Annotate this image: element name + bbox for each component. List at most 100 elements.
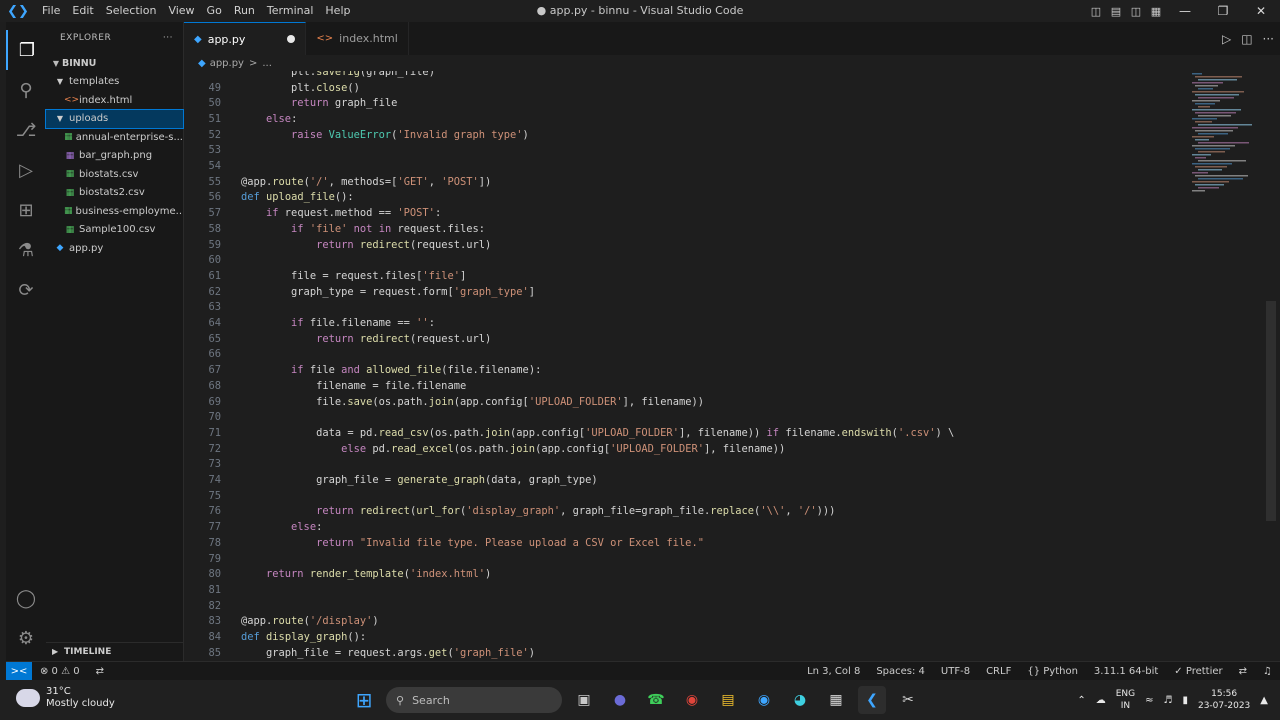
tree-file[interactable]: ▦ business-employme... <box>46 202 183 221</box>
tree-file[interactable]: ▦ Sample100.csv <box>46 221 183 240</box>
tree-file[interactable]: ▦ biostats2.csv <box>46 184 183 203</box>
battery-icon[interactable]: ▮ <box>1182 695 1188 706</box>
tree-folder[interactable]: ▼ templates <box>46 73 183 92</box>
weather-widget[interactable]: 31°C Mostly cloudy <box>16 686 115 710</box>
minimap-line <box>1198 88 1213 90</box>
encoding[interactable]: UTF-8 <box>933 666 978 677</box>
input-language[interactable]: ENG IN <box>1116 688 1135 712</box>
microsoft-store-icon[interactable]: ▦ <box>822 686 850 714</box>
task-view-icon[interactable]: ▣ <box>570 686 598 714</box>
code-line: 65 return redirect(request.url) <box>184 331 1184 347</box>
menu-run[interactable]: Run <box>228 0 261 22</box>
language-mode[interactable]: {} Python <box>1019 666 1086 677</box>
customize-layout-icon[interactable]: ▦ <box>1146 5 1166 18</box>
source-control-icon[interactable]: ⎇ <box>6 110 46 150</box>
accounts-sync-icon[interactable]: ⇄ <box>1231 666 1255 677</box>
menu-file[interactable]: File <box>36 0 66 22</box>
edge-icon[interactable]: ◕ <box>786 686 814 714</box>
toggle-panel-icon[interactable]: ▤ <box>1106 5 1126 18</box>
run-python-file-icon[interactable]: ▷ <box>1222 32 1231 46</box>
breadcrumb-more[interactable]: ... <box>262 58 272 69</box>
tree-file[interactable]: <> index.html <box>46 91 183 110</box>
cursor-position[interactable]: Ln 3, Col 8 <box>799 666 868 677</box>
snipping-tool-icon[interactable]: ✂ <box>894 686 922 714</box>
tab-app-py[interactable]: ◆ app.py <box>184 22 307 55</box>
chrome-icon[interactable]: ◉ <box>678 686 706 714</box>
line-number: 54 <box>208 160 221 173</box>
maximize-button[interactable]: ❐ <box>1204 4 1242 18</box>
image-file-icon: ▦ <box>65 150 75 161</box>
line-number: 64 <box>208 317 221 330</box>
editor-scrollbar[interactable] <box>1266 71 1276 661</box>
scrollbar-thumb[interactable] <box>1266 301 1276 521</box>
browser-icon[interactable]: ◉ <box>750 686 778 714</box>
notifications-bell-icon[interactable]: ♫ <box>1255 666 1280 677</box>
tree-file[interactable]: ▦ annual-enterprise-s... <box>46 128 183 147</box>
accounts-icon[interactable]: ◯ <box>6 578 46 618</box>
minimap-line <box>1192 73 1202 75</box>
notifications-icon[interactable]: ▲ <box>1260 695 1268 706</box>
onedrive-cloud-icon[interactable]: ☁ <box>1096 695 1106 706</box>
toggle-secondary-sidebar-icon[interactable]: ◫ <box>1126 5 1146 18</box>
toggle-primary-sidebar-icon[interactable]: ◫ <box>1086 5 1106 18</box>
python-interpreter[interactable]: 3.11.1 64-bit <box>1086 666 1166 677</box>
explorer-more-actions-icon[interactable]: ··· <box>163 33 173 43</box>
menu-go[interactable]: Go <box>201 0 228 22</box>
menu-edit[interactable]: Edit <box>66 0 99 22</box>
ports-indicator[interactable]: ⇄ <box>88 666 112 677</box>
search-icon[interactable]: ⚲ <box>6 70 46 110</box>
code-text: def display_graph(): <box>241 631 367 644</box>
tree-file[interactable]: ▦ biostats.csv <box>46 165 183 184</box>
code-line: 58 if 'file' not in request.files: <box>184 221 1184 237</box>
menu-terminal[interactable]: Terminal <box>261 0 320 22</box>
windows-start-icon[interactable]: ⊞ <box>350 686 378 714</box>
close-window-button[interactable]: ✕ <box>1242 4 1280 18</box>
menu-view[interactable]: View <box>162 0 200 22</box>
minimap-line <box>1195 121 1212 123</box>
code-line: 56 def upload_file(): <box>184 190 1184 206</box>
tree-file[interactable]: ▦ bar_graph.png <box>46 147 183 166</box>
run-debug-icon[interactable]: ▷ <box>6 150 46 190</box>
show-hidden-icons-icon[interactable]: ⌃ <box>1077 695 1085 706</box>
line-number: 56 <box>208 191 221 204</box>
unsaved-dot-icon[interactable] <box>287 35 296 43</box>
menu-help[interactable]: Help <box>319 0 356 22</box>
tree-file[interactable]: ◆ app.py <box>46 239 183 258</box>
code-line: 84 def display_graph(): <box>184 629 1184 645</box>
activity-bar: ❐ ⚲ ⎇ ▷ ⊞ ⚗ ⟳ ◯ ⚙ <box>6 22 46 662</box>
breadcrumb: ◆ app.py > ... <box>184 55 1184 71</box>
csv-file-icon: ▦ <box>65 224 75 235</box>
split-editor-icon[interactable]: ◫ <box>1241 32 1252 46</box>
testing-icon[interactable]: ⚗ <box>6 230 46 270</box>
menu-selection[interactable]: Selection <box>100 0 163 22</box>
code-editor[interactable]: plt.savefig(graph_file) 49 plt.close() 50 … <box>184 71 1266 661</box>
end-of-line[interactable]: CRLF <box>978 666 1019 677</box>
volume-icon[interactable]: ♬ <box>1164 695 1173 706</box>
code-text: graph_file = generate_graph(data, graph_… <box>241 474 598 487</box>
whatsapp-icon[interactable]: ☎ <box>642 686 670 714</box>
prettier-status[interactable]: ✓ Prettier <box>1166 666 1230 677</box>
more-actions-icon[interactable]: ··· <box>1263 32 1274 46</box>
tab-index-html[interactable]: <> index.html <box>306 22 409 55</box>
clock[interactable]: 15:56 23-07-2023 <box>1198 688 1250 712</box>
code-text: data = pd.read_csv(os.path.join(app.conf… <box>241 426 955 439</box>
wifi-icon[interactable]: ≈ <box>1145 695 1153 706</box>
minimize-button[interactable]: — <box>1166 4 1204 18</box>
manage-gear-icon[interactable]: ⚙ <box>6 618 46 658</box>
code-line: 67 if file and allowed_file(file.filenam… <box>184 362 1184 378</box>
workspace-root[interactable]: ▼ BINNU <box>46 54 183 73</box>
extensions-icon[interactable]: ⊞ <box>6 190 46 230</box>
taskbar-search[interactable]: ⚲ Search <box>386 687 562 713</box>
minimap[interactable] <box>1190 71 1260 201</box>
indentation[interactable]: Spaces: 4 <box>868 666 933 677</box>
breadcrumb-file[interactable]: app.py <box>210 58 244 69</box>
explorer-icon[interactable]: ❐ <box>6 30 46 70</box>
problems-indicator[interactable]: ⊗ 0 ⚠ 0 <box>32 666 88 677</box>
tree-folder[interactable]: ▼ uploads <box>45 108 184 129</box>
file-explorer-icon[interactable]: ▤ <box>714 686 742 714</box>
timeline-section[interactable]: ▶ TIMELINE <box>46 642 184 660</box>
vscode-taskbar-icon[interactable]: ❮ <box>858 686 886 714</box>
remote-indicator[interactable]: >< <box>6 661 32 681</box>
remote-explorer-icon[interactable]: ⟳ <box>6 270 46 310</box>
teams-chat-icon[interactable]: ● <box>606 686 634 714</box>
